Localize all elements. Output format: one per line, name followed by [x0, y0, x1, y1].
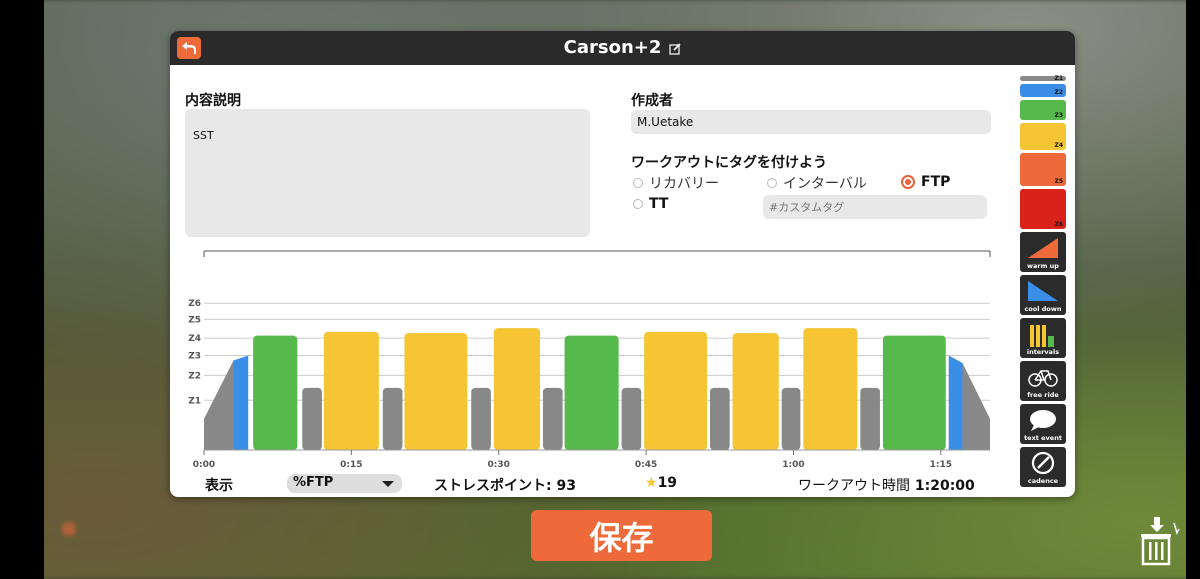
workout-duration: ワークアウト時間 1:20:00: [798, 475, 975, 495]
zone-tick-label: Z3: [188, 351, 201, 361]
zone-tick-label: Z2: [188, 371, 201, 381]
workout-block: [542, 387, 563, 450]
star-icon: ★: [645, 475, 658, 491]
zone-label: Z3: [1054, 112, 1063, 119]
chevron-down-icon: [382, 481, 394, 487]
cooldown-ramp: [948, 355, 963, 450]
workout-block: [860, 387, 880, 450]
cooldown-icon: [1028, 281, 1058, 301]
cooldown-tool[interactable]: cool down: [1020, 275, 1066, 315]
tool-label: intervals: [1026, 348, 1060, 356]
save-button[interactable]: 保存: [531, 510, 712, 561]
zone-block-z3[interactable]: Z3: [1020, 100, 1066, 120]
zone-label: Z2: [1054, 89, 1063, 96]
zone-tick-label: Z1: [188, 396, 201, 406]
display-mode-value: %FTP: [293, 475, 334, 490]
tool-label: warm up: [1027, 262, 1059, 270]
duration-value: 1:20:00: [914, 478, 975, 494]
x-tick-label: 0:45: [635, 460, 657, 470]
zone-label: Z6: [1054, 221, 1063, 228]
workout-block: [471, 387, 491, 450]
stress-value: 93: [556, 478, 576, 494]
zone-block-z2[interactable]: Z2: [1020, 84, 1066, 97]
zone-block-z5[interactable]: Z5: [1020, 153, 1066, 186]
workout-block: [621, 387, 642, 450]
star-rating: ★19: [645, 475, 677, 491]
star-count: 19: [657, 475, 678, 491]
zone-block-z1[interactable]: Z1: [1020, 75, 1066, 82]
stress-points: ストレスポイント: 93: [434, 475, 576, 495]
tool-label: free ride: [1027, 391, 1059, 399]
tool-label: cadence: [1027, 477, 1059, 485]
workout-block: [323, 331, 379, 450]
intervals-tool[interactable]: intervals: [1020, 318, 1066, 358]
bicycle-icon: [1028, 370, 1058, 387]
workout-block: [493, 328, 541, 450]
right-black-bar: [1186, 0, 1200, 579]
cadence-gauge-icon: [1031, 451, 1055, 475]
left-black-bar: [0, 0, 44, 579]
zone-tick-label: Z5: [188, 315, 201, 325]
background-blur-marker: [62, 522, 76, 536]
workout-block: [803, 328, 858, 450]
warmup-ramp: [233, 355, 249, 450]
display-mode-select[interactable]: %FTP: [287, 474, 402, 493]
workout-block: [253, 335, 298, 450]
free-ride-tool[interactable]: free ride: [1020, 361, 1066, 401]
workout-block: [302, 387, 322, 450]
duration-label: ワークアウト時間: [798, 478, 910, 494]
workout-block: [709, 387, 730, 450]
zone-label: Z4: [1054, 142, 1063, 149]
zone-label: Z5: [1054, 178, 1063, 185]
warmup-ramp: [204, 360, 234, 450]
workout-chart[interactable]: Z1 Z2 Z3 Z4 Z5 Z6 0:00 0:15 0:30 0:45 1:00 1:15: [170, 31, 1010, 476]
x-tick-label: 1:15: [930, 460, 952, 470]
display-label: 表示: [205, 478, 233, 494]
trash-download-icon[interactable]: [1138, 517, 1182, 571]
warmup-tool[interactable]: warm up: [1020, 232, 1066, 272]
text-event-tool[interactable]: text event: [1020, 404, 1066, 444]
workout-block: [564, 335, 619, 450]
workout-block: [781, 387, 801, 450]
workout-block: [732, 333, 779, 450]
workout-block: [404, 333, 468, 450]
workout-block: [644, 331, 708, 450]
cadence-tool[interactable]: cadence: [1020, 447, 1066, 487]
tool-label: cool down: [1024, 305, 1062, 313]
x-tick-label: 1:00: [782, 460, 804, 470]
x-tick-label: 0:15: [340, 460, 362, 470]
warmup-icon: [1028, 238, 1058, 258]
speech-bubble-icon: [1030, 410, 1056, 431]
zone-tick-label: Z6: [188, 299, 201, 309]
workout-block: [882, 335, 946, 450]
cooldown-ramp: [962, 362, 990, 450]
zone-block-z4[interactable]: Z4: [1020, 123, 1066, 150]
stress-label: ストレスポイント:: [434, 478, 552, 494]
tool-label: text event: [1024, 434, 1062, 442]
zone-block-z6[interactable]: Z6: [1020, 189, 1066, 229]
workout-block: [382, 387, 403, 450]
workout-editor-window: Carson+2 内容説明 SST 作成者 M.Uetake ワークアウトにタグ…: [170, 31, 1075, 497]
zone-tick-label: Z4: [188, 334, 201, 344]
x-tick-label: 0:00: [193, 460, 215, 470]
zone-label: Z1: [1054, 75, 1063, 82]
intervals-icon: [1030, 325, 1054, 347]
x-tick-label: 0:30: [488, 460, 510, 470]
